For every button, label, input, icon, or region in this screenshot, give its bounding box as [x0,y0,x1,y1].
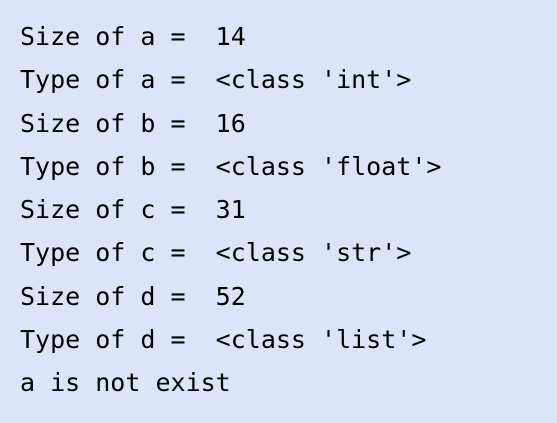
console-output: Size of a = 14 Type of a = <class 'int'>… [0,0,557,423]
output-line-error-message: a is not exist [20,368,231,398]
output-line-type-a: Type of a = <class 'int'> [20,65,412,95]
output-line-size-a: Size of a = 14 [20,22,246,51]
output-line-size-c: Size of c = 31 [20,195,246,225]
output-line-size-d: Size of d = 52 [20,281,246,311]
output-line-type-c: Type of c = <class 'str'> [20,238,412,268]
output-line-type-d: Type of d = <class 'list'> [20,325,427,355]
output-line-type-b: Type of b = <class 'float'> [20,151,442,181]
output-line-size-b: Size of b = 16 [20,108,246,138]
